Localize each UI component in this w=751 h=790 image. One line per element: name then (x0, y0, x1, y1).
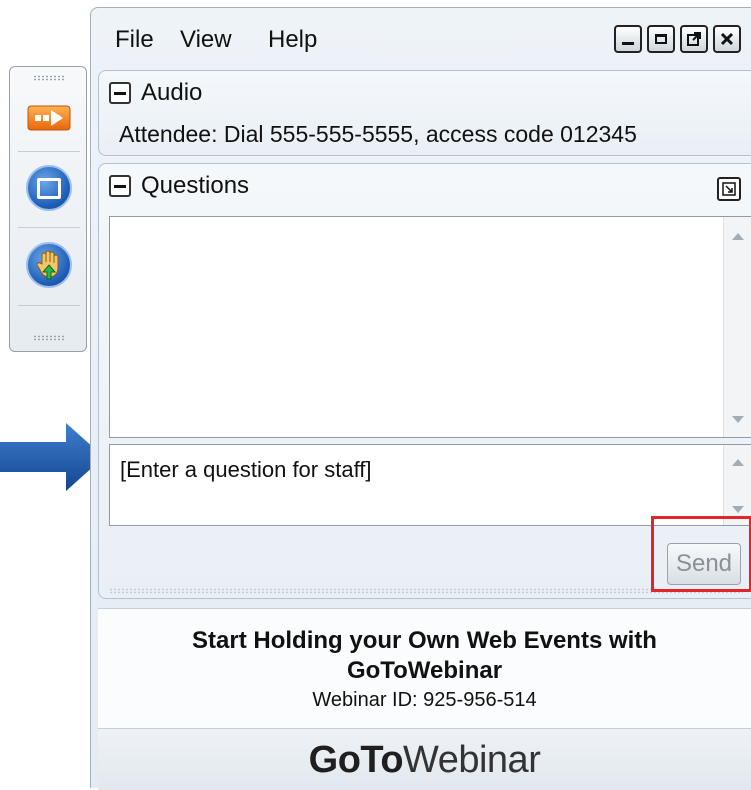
input-scroll-up-icon[interactable] (732, 459, 744, 466)
stop-screen-button[interactable] (21, 160, 77, 216)
logo-webinar: Webinar (403, 739, 541, 781)
questions-panel-header[interactable]: Questions (109, 172, 249, 200)
raise-hand-icon (26, 242, 72, 288)
webinar-id: Webinar ID: 925-956-514 (312, 689, 537, 711)
arrow-orange-icon (27, 105, 71, 131)
minimize-icon[interactable] (614, 25, 642, 53)
questions-resize-grip[interactable] (109, 588, 743, 594)
gotowebinar-logo: GoToWebinar (98, 739, 751, 782)
collapse-audio-icon[interactable] (109, 82, 131, 104)
question-input[interactable]: [Enter a question for staff] (109, 444, 751, 526)
scroll-down-icon[interactable] (732, 416, 744, 423)
toolbar-grip-bottom[interactable] (33, 335, 65, 341)
popout-icon[interactable] (680, 25, 708, 53)
promo-line-2[interactable]: GoToWebinar (98, 657, 751, 685)
question-input-scrollbar[interactable] (723, 445, 751, 525)
attendee-toolbar (9, 66, 87, 352)
audio-panel-header[interactable]: Audio (109, 79, 202, 107)
toolbar-grip-top[interactable] (33, 75, 65, 81)
question-input-text: [Enter a question for staff] (120, 457, 372, 482)
restore-icon[interactable] (647, 25, 675, 53)
menu-file[interactable]: File (115, 26, 154, 54)
popout-questions-icon[interactable] (717, 177, 741, 201)
close-icon[interactable] (713, 25, 741, 53)
promo-section: Start Holding your Own Web Events with G… (98, 608, 751, 729)
collapse-questions-icon[interactable] (109, 175, 131, 197)
send-button[interactable]: Send (667, 543, 741, 585)
question-log[interactable] (109, 216, 751, 438)
audio-dial-info: Attendee: Dial 555-555-5555, access code… (119, 121, 637, 147)
audio-title: Audio (141, 79, 203, 106)
questions-title: Questions (141, 172, 250, 199)
raise-hand-button[interactable] (21, 237, 77, 293)
stop-screen-icon (26, 165, 72, 211)
show-hide-panel-button[interactable] (21, 90, 77, 146)
input-scroll-down-icon[interactable] (732, 506, 744, 513)
scroll-up-icon[interactable] (732, 233, 744, 240)
menu-help[interactable]: Help (268, 26, 317, 54)
question-log-scrollbar[interactable] (723, 217, 751, 437)
control-panel-window: File View Help Audio Attendee: Dial 555-… (90, 7, 751, 790)
logo-footer: GoToWebinar (98, 728, 751, 790)
logo-goto: GoTo (308, 739, 404, 781)
menu-view[interactable]: View (180, 26, 232, 54)
audio-panel: Audio Attendee: Dial 555-555-5555, acces… (98, 70, 751, 156)
promo-line-1: Start Holding your Own Web Events with (192, 627, 657, 654)
menu-bar: File View Help (91, 8, 751, 70)
